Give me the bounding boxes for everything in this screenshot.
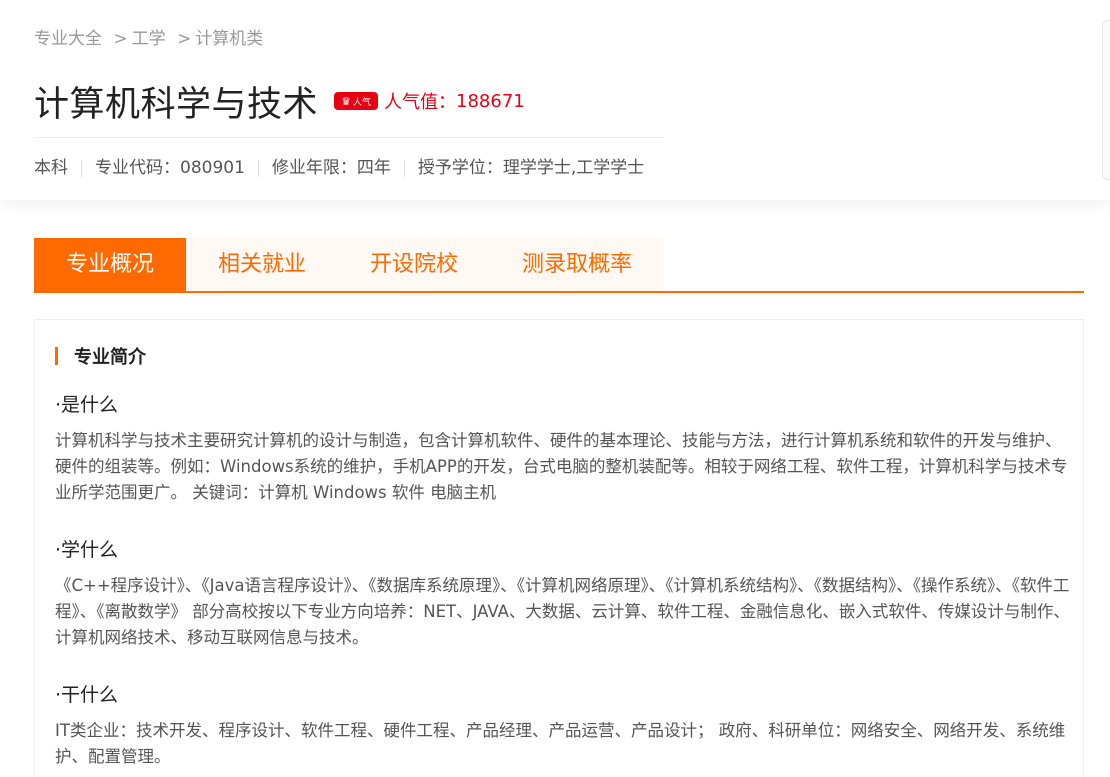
tab-schools[interactable]: 开设院校 (338, 238, 490, 292)
meta-duration: 修业年限：四年 (257, 160, 404, 177)
tab-overview[interactable]: 专业概况 (34, 238, 187, 292)
popularity-label: 人气值： (384, 92, 457, 113)
page-title: 计算机科学与技术 (34, 84, 319, 125)
popularity-value: 188671 (456, 90, 525, 112)
paragraph-what-to-learn: 《C++程序设计》、《Java语言程序设计》、《数据库系统原理》、《计算机网络原… (55, 576, 1070, 647)
breadcrumb-separator: > (177, 29, 192, 49)
meta-code: 专业代码：080901 (81, 160, 258, 177)
major-header-card: 专业大全 > 工学 > 计算机类 计算机科学与技术 ♛ 人气 人气值： 188671 … (0, 0, 1110, 200)
section-header: 专业简介 (55, 346, 146, 368)
popularity-badge: ♛ 人气 (334, 92, 379, 110)
major-meta: 本科 专业代码：080901 修业年限：四年 授予学位：理学学士,工学学士 (34, 160, 657, 177)
paragraph-career: IT类企业：技术开发、程序设计、软件工程、硬件工程、产品经理、产品运营、产品设计… (55, 721, 1066, 766)
breadcrumb-item-engineering[interactable]: 工学 (132, 29, 166, 49)
meta-degree: 授予学位：理学学士,工学学士 (403, 160, 657, 177)
popularity-badge-text: 人气 (352, 97, 371, 108)
page: 专业大全 > 工学 > 计算机类 计算机科学与技术 ♛ 人气 人气值： 188671 … (0, 0, 1110, 777)
heading-career: ·干什么 (55, 684, 119, 706)
title-divider (34, 137, 664, 138)
major-intro-panel: 专业简介 ·是什么 计算机科学与技术主要研究计算机的设计与制造，包含计算机软件、… (34, 319, 1084, 777)
crown-icon: ♛ (341, 94, 351, 108)
tab-employment[interactable]: 相关就业 (186, 238, 338, 292)
paragraph-what-is: 计算机科学与技术主要研究计算机的设计与制造，包含计算机软件、硬件的基本理论、技能… (55, 431, 1068, 502)
title-row: 计算机科学与技术 ♛ 人气 人气值： 188671 (34, 78, 525, 125)
breadcrumb-item-computer-category[interactable]: 计算机类 (195, 29, 263, 49)
section-accent-bar (55, 347, 58, 365)
breadcrumb-separator: > (113, 29, 128, 49)
tab-admission-probability[interactable]: 测录取概率 (490, 238, 664, 292)
heading-what-to-learn: ·学什么 (55, 539, 119, 561)
meta-level: 本科 (34, 158, 68, 178)
tab-underline (34, 291, 1084, 293)
section-title: 专业简介 (74, 347, 146, 368)
side-panel-edge (1102, 20, 1110, 180)
heading-what-is: ·是什么 (55, 394, 119, 416)
tab-bar: 专业概况 相关就业 开设院校 测录取概率 (34, 238, 665, 292)
breadcrumb-item-all-majors[interactable]: 专业大全 (34, 29, 102, 49)
breadcrumb: 专业大全 > 工学 > 计算机类 (34, 24, 263, 49)
